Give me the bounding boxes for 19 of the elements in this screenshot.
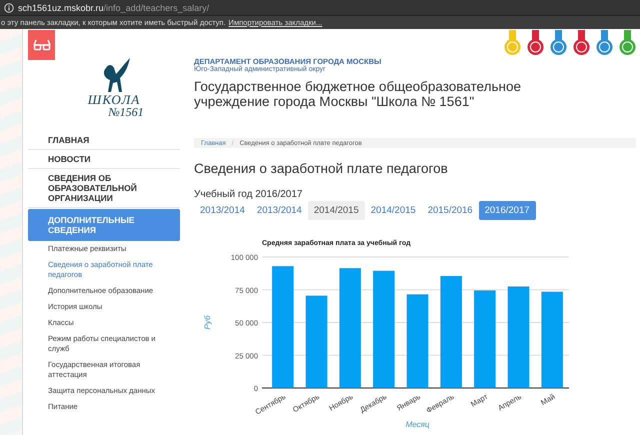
menu-item[interactable]: НОВОСТИ — [28, 150, 180, 169]
url-text[interactable]: sch1561uz.mskobr.ru/info_add/teachers_salary/ — [18, 2, 210, 12]
year-tab[interactable]: 2013/2014 — [250, 201, 308, 220]
menu-item[interactable]: СВЕДЕНИЯ ОБ ОБРАЗОВАТЕЛЬНОЙ ОРГАНИЗАЦИИ — [28, 169, 180, 208]
school-title: Государственное бюджетное общеобразовательное учреждение города Москвы "Школа № 1561" — [194, 79, 522, 109]
glasses-icon — [32, 39, 50, 51]
menu-item[interactable]: ГЛАВНАЯ — [28, 131, 180, 150]
accessibility-button[interactable] — [28, 30, 55, 60]
year-tab[interactable]: 2014/2015 — [364, 201, 422, 220]
info-icon — [4, 2, 14, 12]
logo-number: №1561 — [108, 106, 144, 118]
year-tab[interactable]: 2015/2016 — [422, 201, 479, 220]
year-tab[interactable]: 2013/2014 — [194, 201, 251, 220]
y-axis-title: Руб — [203, 316, 212, 330]
x-axis-title: Месяц — [406, 420, 430, 429]
logo-text: ШКОЛА — [88, 94, 140, 106]
page-heading: Сведения о заработной плате педагогов — [194, 161, 449, 176]
year-label: Учебный год 2016/2017 — [194, 189, 304, 200]
year-tab[interactable]: 2014/2015 — [308, 201, 365, 220]
